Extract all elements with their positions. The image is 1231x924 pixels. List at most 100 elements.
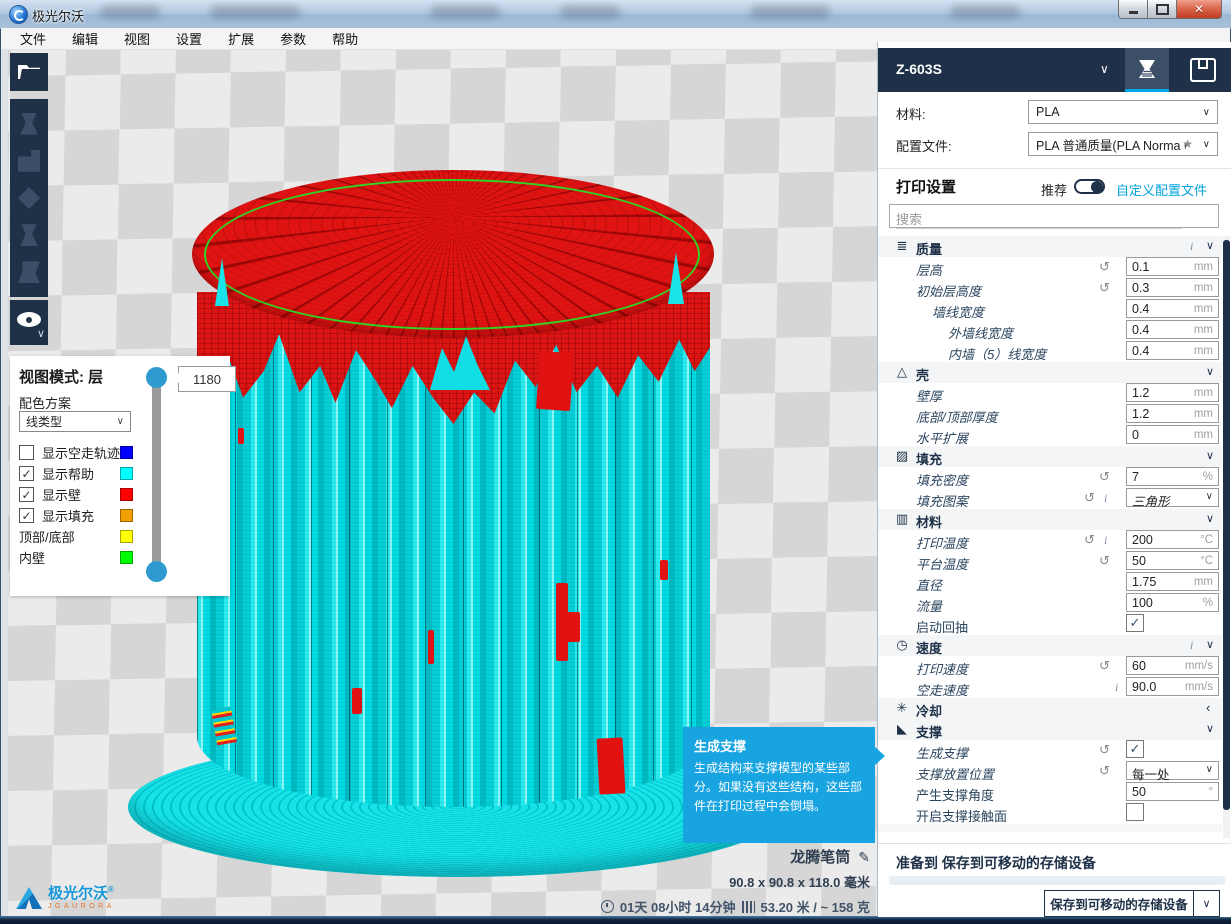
menu-help[interactable]: 帮助 <box>319 29 371 48</box>
setting-row: 打印温度↺i 200°C <box>878 530 1222 551</box>
setting-input[interactable]: 100% <box>1126 593 1219 612</box>
tab-slice-settings[interactable] <box>1125 48 1169 92</box>
setting-input[interactable]: 0.4mm <box>1126 341 1219 360</box>
layer-slider-track[interactable] <box>152 372 161 580</box>
layer-slider-bottom-handle[interactable] <box>146 561 167 582</box>
recommended-custom-toggle[interactable] <box>1074 179 1105 194</box>
setting-input[interactable]: 1.2mm <box>1126 404 1219 423</box>
info-icon[interactable]: i <box>1190 239 1193 254</box>
wall-patch <box>562 612 580 642</box>
reset-icon[interactable]: ↺ <box>1099 280 1110 296</box>
retraction-checkbox[interactable]: ✓ <box>1126 614 1144 632</box>
walls-checkbox[interactable]: ✓ <box>19 487 34 502</box>
per-model-settings-icon[interactable] <box>18 261 40 283</box>
reset-icon[interactable]: ↺ <box>1084 490 1095 506</box>
color-swatch <box>120 551 133 564</box>
color-swatch <box>120 530 133 543</box>
layer-slider-top-handle[interactable] <box>146 367 167 388</box>
generate-support-checkbox[interactable]: ✓ <box>1126 740 1144 758</box>
reset-icon[interactable]: ↺ <box>1099 658 1110 674</box>
settings-search[interactable]: 搜索 <box>889 204 1219 228</box>
setting-select[interactable]: 每一处∨ <box>1126 761 1219 780</box>
setting-input[interactable]: 50°C <box>1126 551 1219 570</box>
profile-select[interactable]: PLA 普通质量(PLA Norma Qua ★ ∨ <box>1028 132 1218 156</box>
reset-icon[interactable]: ↺ <box>1099 469 1110 485</box>
chevron-down-icon[interactable]: ∨ <box>1206 638 1214 651</box>
save-button[interactable]: 保存到可移动的存储设备 ∨ <box>1044 890 1220 917</box>
chevron-down-icon[interactable]: ∨ <box>1206 449 1214 462</box>
travels-checkbox[interactable] <box>19 445 34 460</box>
setting-input[interactable]: 50° <box>1126 782 1219 801</box>
reset-icon[interactable]: ↺ <box>1099 259 1110 275</box>
custom-profile-link[interactable]: 自定义配置文件 <box>1116 180 1207 199</box>
chevron-down-icon[interactable]: ∨ <box>1206 722 1214 735</box>
mirror-tool-icon[interactable] <box>18 224 40 246</box>
info-icon[interactable]: i <box>1104 491 1107 506</box>
chevron-down-icon[interactable]: ∨ <box>1206 365 1214 378</box>
setting-select[interactable]: 三角形∨ <box>1126 488 1219 507</box>
setting-input[interactable]: 1.2mm <box>1126 383 1219 402</box>
setting-input[interactable]: 0.4mm <box>1126 320 1219 339</box>
menu-edit[interactable]: 编辑 <box>59 29 111 48</box>
setting-input[interactable]: 90.0mm/s <box>1126 677 1219 696</box>
open-file-button[interactable] <box>10 53 48 91</box>
minimize-button[interactable] <box>1118 0 1148 19</box>
chevron-down-icon[interactable]: ∨ <box>1206 512 1214 525</box>
support-interface-checkbox[interactable] <box>1126 803 1144 821</box>
close-button[interactable]: ✕ <box>1177 0 1222 19</box>
setting-input[interactable]: 7% <box>1126 467 1219 486</box>
move-tool-icon[interactable] <box>18 113 40 135</box>
chevron-down-icon[interactable]: ∨ <box>1194 897 1219 910</box>
scale-tool-icon[interactable] <box>18 150 40 172</box>
edit-pencil-icon[interactable]: ✎ <box>858 849 870 865</box>
rotate-tool-icon[interactable] <box>18 187 40 209</box>
tab-printer-monitor[interactable] <box>1181 48 1225 92</box>
setting-input[interactable]: 0.4mm <box>1126 299 1219 318</box>
speed-icon: ◷ <box>894 637 910 653</box>
menu-parameters[interactable]: 参数 <box>267 29 319 48</box>
model-info: 龙腾笔筒✎ 90.8 x 90.8 x 118.0 毫米 01天 08小时 14… <box>550 846 870 916</box>
menu-view[interactable]: 视图 <box>111 29 163 48</box>
settings-scrollbar[interactable] <box>1223 236 1230 838</box>
chevron-down-icon[interactable]: ∨ <box>1206 239 1214 252</box>
view-mode-button[interactable]: ∨ <box>10 300 48 345</box>
color-scheme-label: 配色方案 <box>19 393 71 412</box>
setting-input[interactable]: 0.3mm <box>1126 278 1219 297</box>
scrollbar-thumb[interactable] <box>1223 240 1230 810</box>
infill-checkbox[interactable]: ✓ <box>19 508 34 523</box>
reset-icon[interactable]: ↺ <box>1084 532 1095 548</box>
menu-extensions[interactable]: 扩展 <box>215 29 267 48</box>
slice-icon <box>1136 58 1158 80</box>
setting-input[interactable]: 0mm <box>1126 425 1219 444</box>
menu-file[interactable]: 文件 <box>7 29 59 48</box>
legend-top-bottom: 顶部/底部 <box>19 526 219 546</box>
section-support[interactable]: ◣ 支撑 ∨ <box>878 719 1222 740</box>
reset-icon[interactable]: ↺ <box>1099 763 1110 779</box>
chevron-down-icon[interactable]: ∨ <box>1100 62 1109 76</box>
info-icon[interactable]: i <box>1190 638 1193 653</box>
section-cooling[interactable]: ✳ 冷却 ‹ <box>878 698 1222 719</box>
reset-icon[interactable]: ↺ <box>1099 742 1110 758</box>
setting-input[interactable]: 60mm/s <box>1126 656 1219 675</box>
reset-icon[interactable]: ↺ <box>1099 553 1110 569</box>
info-icon[interactable]: i <box>1115 680 1118 695</box>
maximize-button[interactable] <box>1148 0 1177 19</box>
material-row: 材料: PLA ∨ <box>878 100 1231 124</box>
recommended-label: 推荐 <box>1041 180 1067 199</box>
color-scheme-select[interactable]: 线类型 ∨ <box>19 411 131 432</box>
setting-input[interactable]: 200°C <box>1126 530 1219 549</box>
section-quality[interactable]: ≣ 质量 i ∨ <box>878 236 1222 257</box>
setting-input[interactable]: 1.75mm <box>1126 572 1219 591</box>
setting-row: 开启支撑接触面 <box>878 803 1222 824</box>
info-icon[interactable]: i <box>1104 533 1107 548</box>
menu-settings[interactable]: 设置 <box>163 29 215 48</box>
helpers-checkbox[interactable]: ✓ <box>19 466 34 481</box>
material-select[interactable]: PLA ∨ <box>1028 100 1218 124</box>
material-usage: 53.20 米 / ~ 158 克 <box>761 897 871 916</box>
section-speed[interactable]: ◷ 速度 i ∨ <box>878 635 1222 656</box>
section-shell[interactable]: △ 壳 ∨ <box>878 362 1222 383</box>
setting-input[interactable]: 0.1mm <box>1126 257 1219 276</box>
section-infill[interactable]: ▨ 填充 ∨ <box>878 446 1222 467</box>
section-material[interactable]: ▥ 材料 ∨ <box>878 509 1222 530</box>
chevron-left-icon[interactable]: ‹ <box>1206 700 1210 715</box>
